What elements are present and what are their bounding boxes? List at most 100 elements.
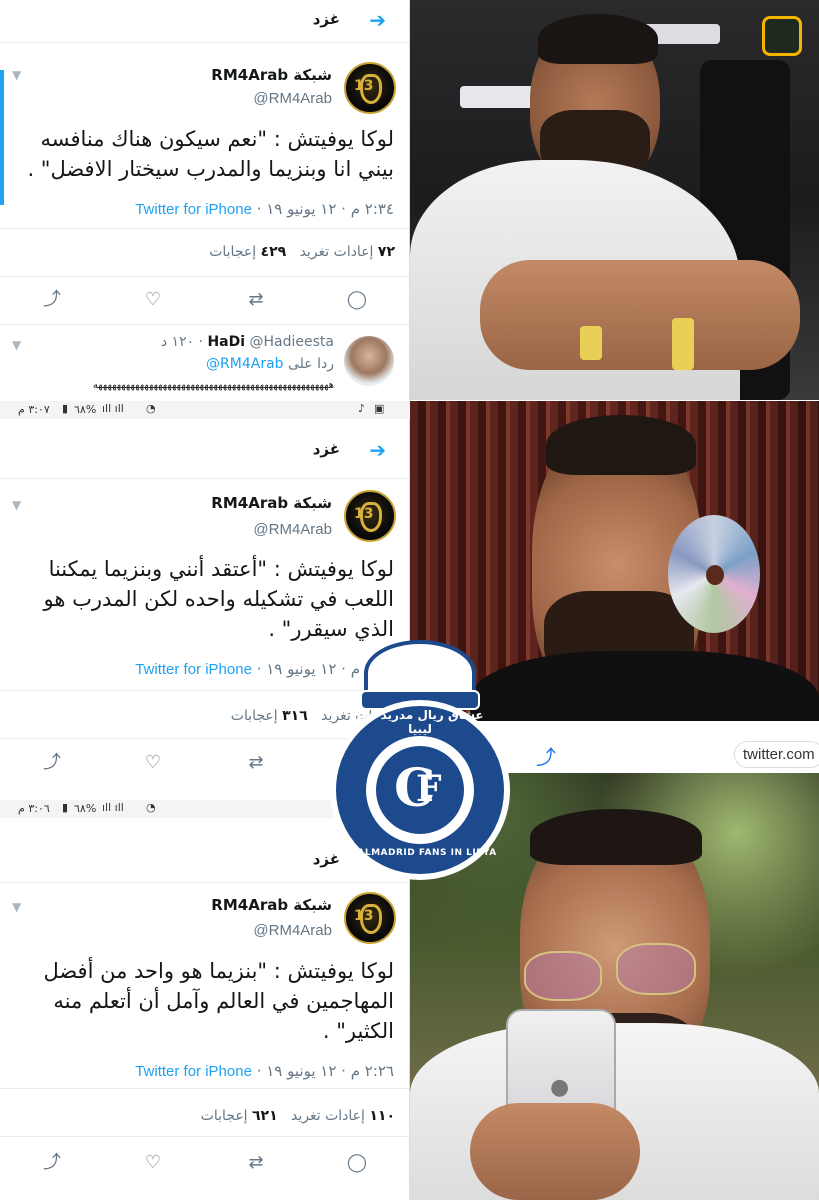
- retweet-label[interactable]: إعادات تغريد: [291, 1108, 365, 1124]
- app-icon: [762, 16, 802, 56]
- retweet-label[interactable]: إعادات تغريد: [300, 244, 374, 260]
- divider: [0, 882, 409, 883]
- retweet-count: ٧٢: [377, 244, 395, 260]
- tweet-meta: ٢:٣٤ م · ١٢ يونيو ١٩ · Twitter for iPhon…: [135, 200, 394, 218]
- display-name[interactable]: شبكة RM4Arab: [211, 66, 332, 84]
- divider: [0, 324, 409, 325]
- avatar[interactable]: 13: [344, 892, 396, 944]
- like-label[interactable]: إعجابات: [209, 244, 256, 260]
- badge-monogram-f: F: [416, 768, 442, 810]
- tiktok-icon: ♪: [358, 402, 366, 415]
- wifi-icon: ◔: [146, 402, 156, 415]
- retweet-icon[interactable]: ⇄: [243, 750, 269, 776]
- reply-avatar[interactable]: [344, 336, 394, 386]
- user-handle[interactable]: @RM4Arab: [253, 90, 332, 107]
- chevron-down-icon[interactable]: ▼: [12, 498, 21, 512]
- display-name[interactable]: شبكة RM4Arab: [211, 896, 332, 914]
- reply-time: ١٢٠ د: [160, 334, 195, 350]
- divider: [0, 1136, 409, 1137]
- tweet-3[interactable]: 13 شبكة RM4Arab @RM4Arab ▼ لوكا يوفيتش :…: [0, 890, 409, 1120]
- tweet-source[interactable]: Twitter for iPhone: [135, 201, 252, 218]
- yellow-handle: [672, 318, 694, 370]
- divider: [0, 478, 409, 479]
- avatar[interactable]: 13: [344, 490, 396, 542]
- person-hair: [530, 809, 702, 865]
- chevron-down-icon[interactable]: ▼: [12, 68, 21, 82]
- divider: [0, 42, 409, 43]
- divider: [0, 1088, 409, 1089]
- tweet-time: ٢:٣٤ م · ١٢ يونيو ١٩ ·: [256, 200, 394, 218]
- logo-mark: 13: [354, 506, 374, 522]
- header-title: غزد: [312, 10, 340, 28]
- chevron-down-icon[interactable]: ▼: [12, 338, 21, 352]
- chevron-down-icon[interactable]: ▼: [12, 900, 21, 914]
- tweet-text: لوكا يوفيتش : "بنزيما هو واحد من أفضل ال…: [43, 959, 394, 1043]
- like-count: ٦٢١: [252, 1108, 278, 1124]
- battery-icon: ▮: [62, 801, 69, 814]
- thread-header: ➔ غزد: [0, 0, 409, 42]
- reply-to: ردا على @RM4Arab: [206, 356, 334, 372]
- share-icon[interactable]: ⤴: [39, 287, 65, 313]
- yellow-handle: [580, 326, 602, 360]
- wifi-icon: ◔: [146, 801, 156, 814]
- share-icon[interactable]: ⤴: [39, 1150, 65, 1176]
- tweet-source[interactable]: Twitter for iPhone: [135, 661, 252, 678]
- battery-level: ٦٨%: [74, 802, 97, 815]
- thread-header: ➔ غزد: [0, 430, 409, 472]
- like-label[interactable]: إعجابات: [201, 1108, 248, 1124]
- display-name[interactable]: شبكة RM4Arab: [211, 494, 332, 512]
- like-icon[interactable]: ♡: [140, 287, 166, 313]
- like-count: ٤٢٩: [260, 244, 287, 260]
- reply-to-handle[interactable]: @RM4Arab: [206, 356, 284, 372]
- tweet-text: لوكا يوفيتش : "أعتقد أنني وبنزيما يمكننا…: [43, 557, 394, 641]
- photo-gym: [410, 0, 819, 400]
- like-count: ٣١٦: [282, 708, 308, 724]
- image-icon: ▣: [374, 402, 385, 415]
- person-hair: [538, 14, 658, 64]
- signal-icon: ıll ıll: [102, 801, 124, 814]
- reply-icon[interactable]: ◯: [344, 287, 370, 313]
- user-handle[interactable]: @RM4Arab: [253, 922, 332, 939]
- sunglasses-right: [616, 943, 696, 995]
- like-icon[interactable]: ♡: [140, 750, 166, 776]
- avatar[interactable]: 13: [344, 62, 396, 114]
- status-time: ٣:٠٧ م: [18, 403, 50, 416]
- reply-name[interactable]: HaDi: [207, 334, 245, 350]
- reply-icon[interactable]: ◯: [344, 1150, 370, 1176]
- tweet-meta: ٢:٢٦ م · ١٢ يونيو ١٩ · Twitter for iPhon…: [135, 1062, 394, 1080]
- sunglasses-left: [524, 951, 602, 1001]
- signal-icon: ıll ıll: [102, 402, 124, 415]
- hand: [470, 1103, 640, 1200]
- share-icon[interactable]: ⤴: [39, 750, 65, 776]
- tweet-text: لوكا يوفيتش : "نعم سيكون هناك منافسه بين…: [27, 127, 394, 181]
- like-icon[interactable]: ♡: [140, 1150, 166, 1176]
- reply-to-label: ردا على: [288, 356, 334, 372]
- person-arm: [480, 260, 800, 370]
- retweet-icon[interactable]: ⇄: [243, 287, 269, 313]
- collage-root: { "header": {"title": "غزد", "back_icon"…: [0, 0, 819, 1200]
- gym-light: [460, 86, 540, 108]
- header-title: غزد: [312, 440, 340, 458]
- tweet-stats: ٧٢ إعادات تغريد ٤٢٩ إعجابات: [209, 244, 395, 260]
- reply-handle[interactable]: @Hadieesta: [250, 334, 334, 350]
- back-arrow-icon[interactable]: ➔: [369, 438, 386, 462]
- user-handle[interactable]: @RM4Arab: [253, 521, 332, 538]
- logo-mark: 13: [354, 78, 374, 94]
- tweet-source[interactable]: Twitter for iPhone: [135, 1063, 252, 1080]
- disc-hole: [706, 565, 724, 585]
- like-label[interactable]: إعجابات: [231, 708, 278, 724]
- logo-mark: 13: [354, 908, 374, 924]
- retweet-icon[interactable]: ⇄: [243, 1150, 269, 1176]
- tweet-time: ٢:٢٦ م · ١٢ يونيو ١٩ ·: [256, 1062, 394, 1080]
- share-icon[interactable]: ⤴: [536, 741, 556, 770]
- badge-english-text: REALMADRID FANS IN LIBYA: [343, 848, 497, 858]
- back-arrow-icon[interactable]: ➔: [369, 8, 386, 32]
- reply-tweet[interactable]: HaDi @Hadieesta · ١٢٠ د ردا على @RM4Arab…: [0, 330, 409, 400]
- person-hair: [546, 415, 696, 475]
- tweet-actions: ⤴ ♡ ⇄ ◯: [0, 1150, 409, 1180]
- status-time: ٣:٠٦ م: [18, 802, 50, 815]
- battery-level: ٦٨%: [74, 403, 97, 416]
- battery-icon: ▮: [62, 402, 69, 415]
- reply-header: HaDi @Hadieesta · ١٢٠ د: [160, 334, 334, 350]
- share-url[interactable]: twitter.com: [734, 741, 819, 768]
